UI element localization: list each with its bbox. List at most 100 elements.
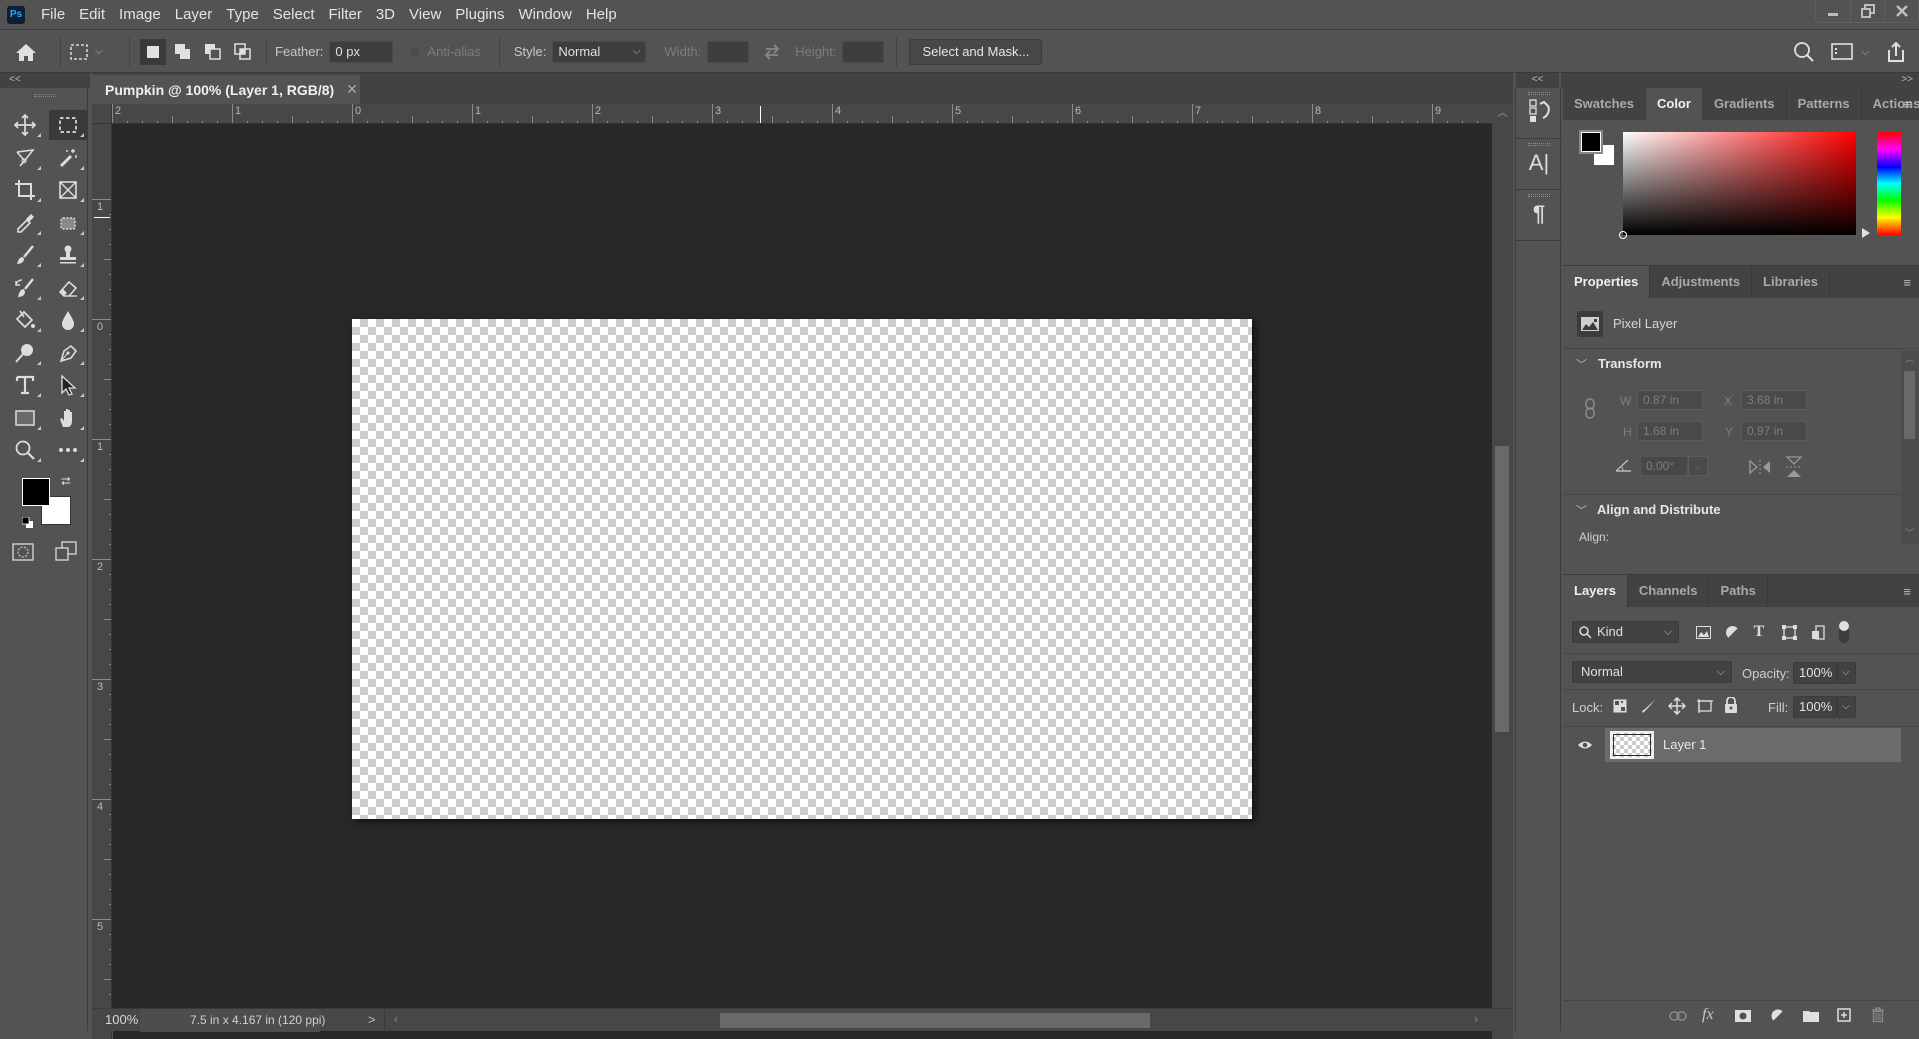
menu-file[interactable]: File: [34, 0, 72, 30]
edit-toolbar-tool[interactable]: [49, 435, 87, 465]
foreground-color-swatch[interactable]: [1579, 130, 1603, 154]
fx-icon[interactable]: fx: [1702, 1006, 1714, 1024]
panel-menu-icon[interactable]: ≡: [1903, 584, 1911, 599]
tab-adjustments[interactable]: Adjustments: [1650, 266, 1753, 298]
search-icon[interactable]: [1793, 41, 1815, 63]
properties-scroll-thumb[interactable]: [1904, 371, 1915, 439]
lock-transparent-pixels-icon[interactable]: [1613, 699, 1627, 713]
rectangle-tool[interactable]: [6, 403, 44, 433]
brush-tool[interactable]: [6, 240, 44, 270]
subtract-from-selection-button[interactable]: [200, 39, 226, 65]
scroll-up-icon[interactable]: ︿: [1905, 352, 1914, 365]
new-selection-button[interactable]: [140, 38, 166, 65]
close-tab-icon[interactable]: ✕: [346, 81, 358, 98]
tab-paths[interactable]: Paths: [1709, 575, 1768, 607]
foreground-color-chip[interactable]: [22, 478, 50, 506]
layer-row[interactable]: Layer 1: [1563, 728, 1901, 762]
screen-mode-icon[interactable]: [54, 540, 78, 567]
eyedropper-tool[interactable]: [6, 208, 44, 238]
filter-type-icon[interactable]: T: [1752, 623, 1766, 641]
layer-thumbnail[interactable]: [1610, 731, 1654, 759]
workspace-button[interactable]: ⌵: [1831, 43, 1869, 61]
menu-plugins[interactable]: Plugins: [448, 0, 511, 30]
dock-strip-collapse-button[interactable]: <<: [1516, 73, 1559, 88]
intersect-with-selection-button[interactable]: [230, 39, 256, 65]
select-and-mask-button[interactable]: Select and Mask...: [909, 38, 1043, 65]
scroll-up-icon[interactable]: ︿: [1497, 104, 1508, 120]
vertical-ruler[interactable]: 1 0 1 2 3 4 5: [92, 124, 112, 1039]
character-panel-button[interactable]: A|: [1516, 139, 1562, 190]
link-layers-icon[interactable]: [1669, 1011, 1687, 1021]
transform-header[interactable]: Transform: [1598, 356, 1662, 371]
height-input[interactable]: [842, 40, 885, 63]
tab-gradients[interactable]: Gradients: [1703, 88, 1787, 120]
tab-libraries[interactable]: Libraries: [1752, 266, 1830, 298]
angle-field[interactable]: 0.00°: [1640, 456, 1688, 476]
restore-button[interactable]: [1850, 0, 1884, 22]
panels-expand-button[interactable]: >>: [1561, 73, 1919, 88]
clone-stamp-tool[interactable]: [49, 240, 87, 270]
angle-dropdown[interactable]: ⌵: [1688, 456, 1708, 476]
height-field[interactable]: 1.68 in: [1637, 421, 1703, 441]
menu-filter[interactable]: Filter: [322, 0, 369, 30]
crop-tool[interactable]: [6, 175, 44, 205]
opacity-slider-toggle[interactable]: ⌵: [1837, 662, 1856, 684]
filter-shape-icon[interactable]: [1782, 625, 1797, 640]
panel-menu-icon[interactable]: ≡: [1903, 275, 1911, 290]
menu-edit[interactable]: Edit: [72, 0, 112, 30]
share-icon[interactable]: [1885, 41, 1907, 63]
menu-view[interactable]: View: [402, 0, 448, 30]
hue-slider[interactable]: [1877, 132, 1901, 235]
rectangular-marquee-tool[interactable]: [49, 110, 87, 140]
menu-window[interactable]: Window: [511, 0, 578, 30]
width-field[interactable]: 0.87 in: [1637, 390, 1703, 410]
x-field[interactable]: 3.68 in: [1741, 390, 1807, 410]
lock-artboard-icon[interactable]: [1696, 698, 1714, 714]
lock-image-pixels-icon[interactable]: [1641, 698, 1657, 714]
fill-input[interactable]: 100%: [1793, 696, 1837, 718]
transform-collapse-icon[interactable]: ﹀: [1576, 356, 1587, 372]
flip-horizontal-icon[interactable]: [1749, 459, 1771, 475]
filter-adjustment-icon[interactable]: [1725, 625, 1740, 640]
magic-wand-tool[interactable]: [49, 143, 87, 173]
filter-smart-object-icon[interactable]: [1812, 625, 1825, 640]
antialias-checkbox[interactable]: [409, 45, 422, 58]
filter-toggle-switch[interactable]: [1838, 620, 1850, 644]
delete-layer-icon[interactable]: [1871, 1007, 1885, 1023]
tab-swatches[interactable]: Swatches: [1563, 88, 1646, 120]
visibility-eye-icon[interactable]: [1577, 740, 1593, 750]
tab-channels[interactable]: Channels: [1628, 575, 1710, 607]
new-layer-icon[interactable]: [1837, 1008, 1851, 1022]
toolbox-grip[interactable]: [2, 90, 87, 100]
dodge-tool[interactable]: [6, 338, 44, 368]
document-tab[interactable]: Pumpkin @ 100% (Layer 1, RGB/8) ✕: [92, 75, 360, 104]
frame-tool[interactable]: [49, 175, 87, 205]
menu-layer[interactable]: Layer: [168, 0, 220, 30]
history-brush-tool[interactable]: [6, 273, 44, 303]
flip-vertical-icon[interactable]: [1785, 456, 1803, 478]
scroll-down-icon[interactable]: ﹀: [1905, 526, 1914, 539]
opacity-input[interactable]: 100%: [1793, 662, 1837, 684]
menu-help[interactable]: Help: [579, 0, 624, 30]
align-collapse-icon[interactable]: ﹀: [1576, 502, 1587, 518]
style-dropdown[interactable]: Normal ⌵: [552, 40, 647, 63]
move-tool[interactable]: [6, 110, 44, 140]
close-button[interactable]: [1884, 0, 1918, 22]
menu-image[interactable]: Image: [112, 0, 168, 30]
horizontal-scroll-thumb[interactable]: [720, 1013, 1150, 1028]
zoom-tool[interactable]: [6, 435, 44, 465]
vertical-scroll-thumb[interactable]: [1495, 446, 1509, 732]
tab-properties[interactable]: Properties: [1563, 266, 1651, 298]
history-panel-button[interactable]: [1516, 88, 1562, 139]
canvas-viewport[interactable]: [113, 125, 1492, 1039]
fill-slider-toggle[interactable]: ⌵: [1837, 696, 1856, 718]
tab-color[interactable]: Color: [1645, 88, 1703, 120]
menu-3d[interactable]: 3D: [369, 0, 402, 30]
spot-healing-tool[interactable]: [49, 208, 87, 238]
add-to-selection-button[interactable]: [170, 39, 196, 65]
minimize-button[interactable]: [1816, 0, 1850, 22]
tab-patterns[interactable]: Patterns: [1787, 88, 1862, 120]
scroll-right-icon[interactable]: ›: [1474, 1012, 1478, 1026]
document-canvas[interactable]: [352, 319, 1252, 819]
lasso-tool[interactable]: [6, 143, 44, 173]
